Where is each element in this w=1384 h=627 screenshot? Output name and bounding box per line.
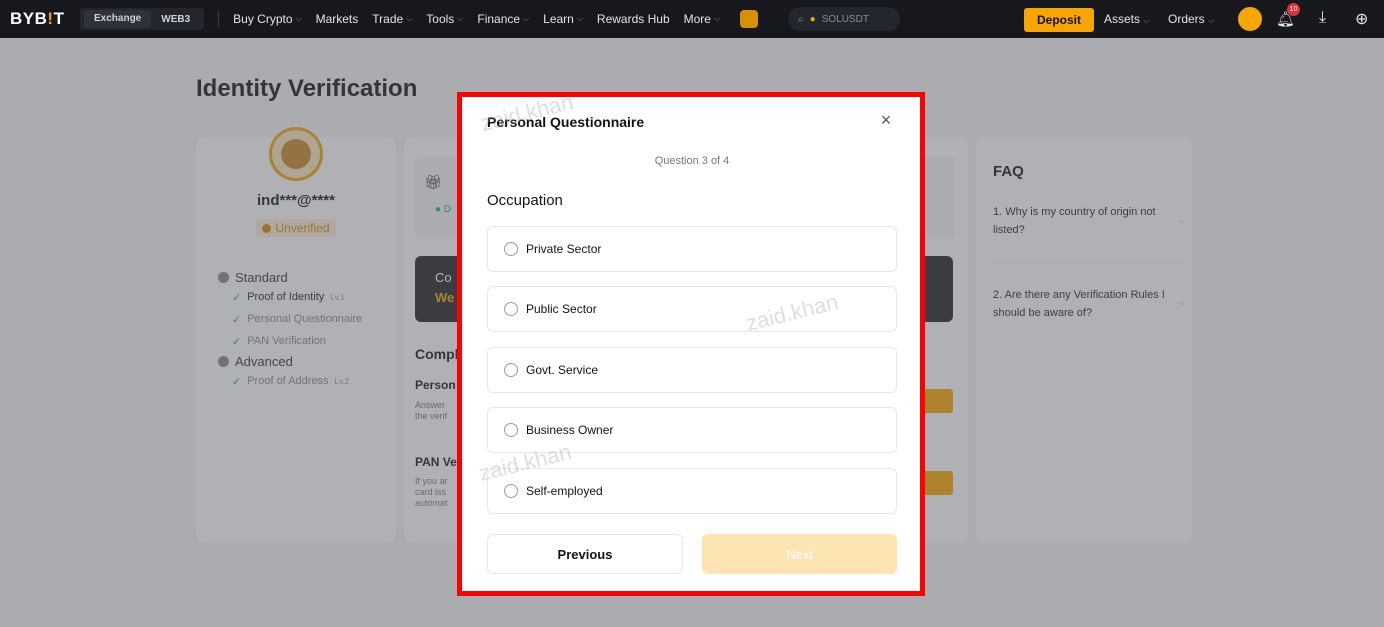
chevron-down-icon: ⌵ bbox=[406, 14, 413, 23]
next-button[interactable]: Next bbox=[702, 534, 897, 574]
radio-icon bbox=[504, 484, 518, 498]
exchange-tab[interactable]: Exchange bbox=[84, 10, 152, 28]
question-counter: Question 3 of 4 bbox=[654, 155, 730, 167]
question-label: Occupation bbox=[487, 192, 563, 209]
search-input[interactable]: ⌕ ● SOLUSDT bbox=[788, 7, 901, 31]
nav-tools[interactable]: Tools ⌵ bbox=[426, 12, 463, 26]
fire-icon: ● bbox=[809, 13, 816, 25]
modal-title: Personal Questionnaire bbox=[487, 114, 645, 130]
previous-button[interactable]: Previous bbox=[487, 534, 683, 574]
chevron-down-icon: ⌵ bbox=[576, 14, 583, 23]
web3-tab[interactable]: WEB3 bbox=[151, 14, 200, 25]
chevron-down-icon: ⌵ bbox=[1143, 16, 1150, 25]
questionnaire-modal bbox=[457, 92, 925, 596]
nav-buy-crypto[interactable]: Buy Crypto ⌵ bbox=[233, 12, 301, 26]
deposit-button[interactable]: Deposit bbox=[1024, 8, 1094, 32]
nav-finance[interactable]: Finance ⌵ bbox=[477, 12, 529, 26]
search-icon: ⌕ bbox=[798, 13, 804, 25]
close-icon[interactable]: × bbox=[876, 110, 896, 130]
chevron-down-icon: ⌵ bbox=[295, 14, 302, 23]
option-public-sector[interactable]: Public Sector bbox=[487, 286, 897, 332]
nav-markets[interactable]: Markets bbox=[316, 12, 359, 26]
radio-icon bbox=[504, 423, 518, 437]
chevron-down-icon: ⌵ bbox=[523, 14, 530, 23]
option-business-owner[interactable]: Business Owner bbox=[487, 407, 897, 453]
nav-more[interactable]: More ⌵ bbox=[684, 12, 720, 26]
radio-icon bbox=[504, 302, 518, 316]
nav-learn[interactable]: Learn ⌵ bbox=[543, 12, 583, 26]
mode-switch: Exchange WEB3 bbox=[80, 8, 205, 30]
user-avatar[interactable] bbox=[1238, 7, 1262, 31]
globe-icon[interactable]: ⊕ bbox=[1355, 9, 1368, 29]
chevron-down-icon: ⌵ bbox=[1208, 16, 1215, 25]
assets-menu[interactable]: Assets ⌵ bbox=[1104, 12, 1149, 26]
nav-divider bbox=[218, 11, 220, 27]
orders-menu[interactable]: Orders ⌵ bbox=[1168, 12, 1214, 26]
download-icon[interactable]: ⤓ bbox=[1319, 9, 1326, 27]
promo-icon[interactable] bbox=[740, 10, 759, 28]
option-govt-service[interactable]: Govt. Service bbox=[487, 347, 897, 393]
bybit-logo[interactable]: BYB!T bbox=[10, 9, 72, 29]
radio-icon bbox=[504, 242, 518, 256]
notification-badge: 10 bbox=[1287, 3, 1300, 16]
option-private-sector[interactable]: Private Sector bbox=[487, 226, 897, 272]
chevron-down-icon: ⌵ bbox=[457, 14, 464, 23]
chevron-down-icon: ⌵ bbox=[713, 14, 721, 23]
nav-rewards-hub[interactable]: Rewards Hub bbox=[597, 12, 670, 26]
radio-icon bbox=[504, 363, 518, 377]
option-self-employed[interactable]: Self-employed bbox=[487, 468, 897, 514]
nav-trade[interactable]: Trade ⌵ bbox=[372, 12, 412, 26]
